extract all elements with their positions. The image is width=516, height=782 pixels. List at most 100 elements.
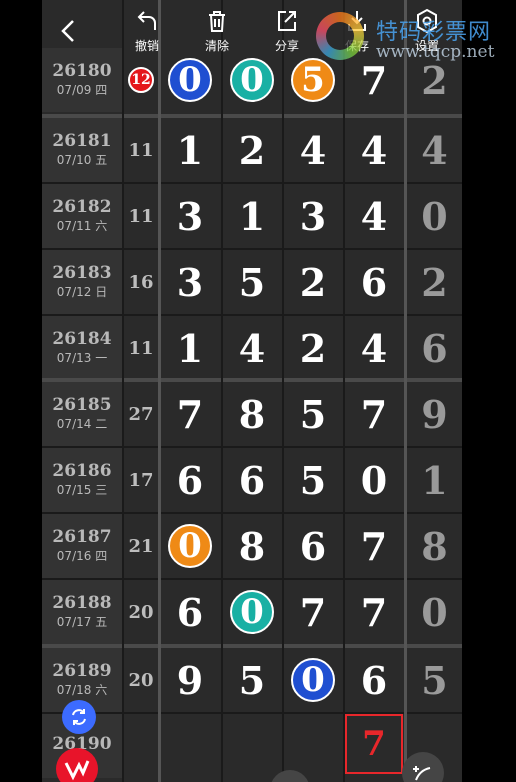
issue-date: 07/18 六 [56, 683, 108, 697]
sum-cell[interactable]: 20 [124, 580, 158, 644]
digit-cell[interactable] [160, 714, 220, 778]
digit-cell[interactable]: 3 [283, 184, 343, 248]
digit-cell[interactable]: 6 [344, 250, 404, 314]
sum-cell[interactable]: 20 [124, 648, 158, 712]
watermark-logo: 特码彩票网 www.tqcp.net [316, 12, 516, 64]
digit-cell[interactable]: 8 [222, 382, 282, 446]
digit-cell[interactable]: 1 [160, 118, 220, 182]
back-button[interactable] [58, 18, 82, 46]
sum-cell[interactable]: 11 [124, 118, 158, 182]
digit-cell[interactable]: 6 [160, 448, 220, 512]
digit-cell[interactable]: 5 [283, 382, 343, 446]
sum-cell[interactable]: 16 [124, 250, 158, 314]
issue-cell: 26183 07/12 日 [42, 250, 122, 314]
digit-cell[interactable]: 4 [344, 316, 404, 380]
column-divider [122, 0, 124, 782]
column-divider [343, 0, 345, 782]
issue-number: 26181 [52, 131, 112, 151]
issue-date: 07/10 五 [56, 153, 108, 167]
chevron-left-icon [61, 20, 74, 42]
digit-cell[interactable]: 4 [344, 118, 404, 182]
digit-cell[interactable]: 6 [160, 580, 220, 644]
issue-cell: 26187 07/16 四 [42, 514, 122, 578]
tail-digit-cell: 6 [421, 325, 448, 371]
issue-date: 07/12 日 [56, 285, 108, 299]
digit-cell[interactable]: 6 [283, 514, 343, 578]
digit-cell[interactable]: 7 [283, 580, 343, 644]
issue-number: 26183 [52, 263, 112, 283]
clear-button[interactable]: 清除 [192, 8, 242, 54]
trash-icon [209, 11, 225, 32]
issue-cell: 26186 07/15 三 [42, 448, 122, 512]
table-row: 26181 07/10 五 11 1 2 4 4 4 [42, 118, 462, 182]
issue-number: 26188 [52, 593, 112, 613]
digit-cell[interactable]: 4 [283, 118, 343, 182]
selected-digit-cell[interactable]: 7 [345, 714, 403, 774]
table-row: 26184 07/13 一 11 1 4 2 4 6 [42, 316, 462, 380]
digit-cell[interactable] [283, 714, 343, 778]
digit-marker: 0 [168, 524, 212, 568]
table-row: 26182 07/11 六 11 3 1 3 4 0 [42, 184, 462, 248]
share-icon [278, 11, 296, 31]
digit-cell[interactable]: 6 [344, 648, 404, 712]
digit-marker: 0 [230, 58, 274, 102]
refresh-icon [72, 709, 86, 725]
tail-digit-cell: 1 [421, 457, 448, 503]
digit-cell[interactable]: 6 [222, 448, 282, 512]
sum-cell[interactable]: 17 [124, 448, 158, 512]
digit-cell[interactable]: 7 [344, 382, 404, 446]
issue-date: 07/09 四 [56, 83, 108, 97]
sum-cell[interactable]: 27 [124, 382, 158, 446]
sum-cell[interactable]: 11 [124, 316, 158, 380]
issue-cell: 26184 07/13 一 [42, 316, 122, 380]
refresh-button[interactable] [62, 700, 96, 734]
digit-cell[interactable]: 8 [222, 514, 282, 578]
issue-cell: 26185 07/14 二 [42, 382, 122, 446]
digit-cell[interactable]: 3 [160, 250, 220, 314]
digit-cell[interactable]: 7 [160, 382, 220, 446]
table-row: 26186 07/15 三 17 6 6 5 0 1 [42, 448, 462, 512]
digit-cell[interactable]: 9 [160, 648, 220, 712]
table-row: 26183 07/12 日 16 3 5 2 6 2 [42, 250, 462, 314]
digit-cell[interactable]: 0 [222, 580, 282, 644]
digit-cell[interactable]: 3 [160, 184, 220, 248]
sum-cell[interactable]: 21 [124, 514, 158, 578]
undo-label: 撤销 [134, 39, 159, 53]
digit-cell[interactable] [222, 714, 282, 778]
share-button[interactable]: 分享 [262, 8, 312, 54]
sum-cell[interactable]: 11 [124, 184, 158, 248]
tail-digit-cell: 8 [421, 523, 448, 569]
digit-cell[interactable]: 5 [222, 250, 282, 314]
digit-cell[interactable]: 7 [344, 514, 404, 578]
issue-number: 26182 [52, 197, 112, 217]
digit-cell[interactable]: 2 [283, 316, 343, 380]
issue-number: 26189 [52, 661, 112, 681]
issue-cell: 26181 07/10 五 [42, 118, 122, 182]
draw-board[interactable]: 26180 07/09 四 12 0 0 5 7 2 26181 07/10 五… [42, 0, 462, 782]
digit-cell[interactable]: 2 [283, 250, 343, 314]
app-shortcut-button[interactable] [56, 748, 98, 782]
tail-digit-cell: 4 [421, 127, 448, 173]
issue-date: 07/13 一 [56, 351, 108, 365]
digit-marker: 5 [291, 58, 335, 102]
digit-cell[interactable]: 0 [283, 648, 343, 712]
issue-number: 26187 [52, 527, 112, 547]
digit-cell[interactable]: 2 [222, 118, 282, 182]
digit-cell[interactable]: 5 [222, 648, 282, 712]
digit-cell[interactable]: 7 [344, 580, 404, 644]
clear-label: 清除 [204, 39, 229, 53]
digit-cell[interactable]: 1 [160, 316, 220, 380]
digit-cell[interactable]: 4 [344, 184, 404, 248]
digit-cell[interactable]: 5 [283, 448, 343, 512]
share-label: 分享 [274, 39, 299, 53]
logo-mark [316, 12, 364, 60]
digit-cell[interactable]: 0 [160, 514, 220, 578]
digit-cell[interactable]: 1 [222, 184, 282, 248]
tail-digit-cell: 5 [421, 657, 448, 703]
digit-cell[interactable]: 0 [344, 448, 404, 512]
undo-button[interactable]: 撤销 [122, 8, 172, 54]
table-row: 26185 07/14 二 27 7 8 5 7 9 [42, 382, 462, 446]
sum-cell[interactable] [124, 714, 158, 778]
digit-cell[interactable]: 4 [222, 316, 282, 380]
digit-marker: 0 [168, 58, 212, 102]
